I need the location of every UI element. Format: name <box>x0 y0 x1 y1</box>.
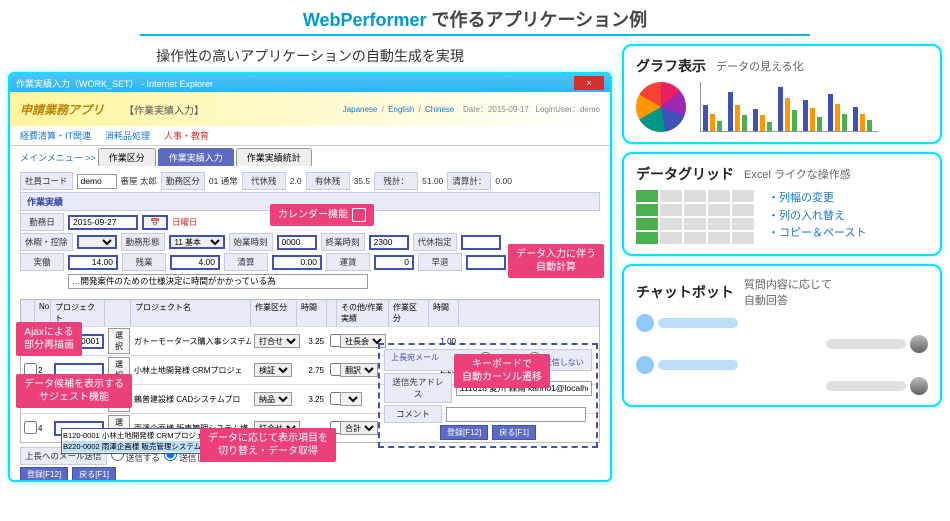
suggest-popup[interactable]: B120-0001 小林土地開発様 CRMプロジェクト B220-0002 雨澤… <box>61 428 220 454</box>
title-rule <box>140 34 810 36</box>
workdate-input[interactable] <box>68 215 138 230</box>
lang-en[interactable]: English <box>388 105 414 114</box>
bot-avatar-icon <box>910 335 928 353</box>
tab-workinput[interactable]: 作業実績入力 <box>158 148 234 166</box>
window-title: 作業実績入力（WORK_SET） - Internet Explorer <box>16 77 213 90</box>
top-tabs: 経費清算・IT関連 消耗品処理 人事・教育 <box>10 126 610 146</box>
actual-input[interactable] <box>68 255 118 270</box>
tab-workstats[interactable]: 作業実績統計 <box>236 148 312 166</box>
tab-expense[interactable]: 経費清算・IT関連 <box>20 129 91 142</box>
sub-input[interactable] <box>461 235 501 250</box>
window-titlebar: 作業実績入力（WORK_SET） - Internet Explorer × <box>10 74 610 92</box>
calendar-button[interactable]: 📅 <box>142 215 168 230</box>
close-icon[interactable]: × <box>574 76 604 90</box>
lang-cn[interactable]: Chinese <box>425 105 454 114</box>
breadcrumb[interactable]: メインメニュー >> <box>20 151 96 164</box>
chat-preview <box>636 314 928 395</box>
bar-chart-icon <box>700 82 878 132</box>
fare-input[interactable] <box>374 255 414 270</box>
screen-name: 【作業実績入力】 <box>124 102 204 117</box>
page-title: WebPerformer で作るアプリケーション例 <box>0 0 950 34</box>
card-chatbot: チャットボット 質問内容に応じて 自動回答 <box>622 264 942 407</box>
emp-input[interactable] <box>77 174 117 189</box>
tab-supplies[interactable]: 消耗品処理 <box>105 129 150 142</box>
back-button[interactable]: 戻る[F1] <box>72 467 116 482</box>
leave-select[interactable] <box>77 235 117 249</box>
bot-avatar-icon <box>910 377 928 395</box>
calendar-icon <box>352 208 366 222</box>
pie-chart-icon <box>636 82 686 132</box>
shift-select[interactable]: 11 基本 <box>169 235 225 249</box>
weekday: 日曜日 <box>172 216 198 228</box>
back2-button[interactable]: 戻る[F1] <box>492 425 536 440</box>
user-avatar-icon <box>636 356 654 374</box>
end-input[interactable] <box>369 235 409 250</box>
register-button[interactable]: 登録[F12] <box>20 467 68 482</box>
callout-cursor: キーボードで 自動カーソル遷移 <box>454 354 550 388</box>
ot-input[interactable] <box>170 255 220 270</box>
card-chart: グラフ表示 データの見える化 <box>622 44 942 144</box>
early-input[interactable] <box>466 255 506 270</box>
callout-calendar: カレンダー機能 <box>270 204 374 226</box>
grid-icon <box>636 190 754 244</box>
callout-autocalc: データ入力に伴う 自動計算 <box>508 244 604 278</box>
mailcmt-input[interactable] <box>446 407 586 422</box>
subtitle: 操作性の高いアプリケーションの自動生成を実現 <box>8 46 612 66</box>
card-grid: データグリッド Excel ライクな操作感 ・列幅の変更 ・列の入れ替え ・コピ… <box>622 152 942 256</box>
emp-label: 社員コード <box>20 172 73 190</box>
app-window: 作業実績入力（WORK_SET） - Internet Explorer × 申… <box>8 72 612 482</box>
callout-switch: データに応じて表示項目を 切り替え・データ取得 <box>200 428 336 462</box>
tab-workclass[interactable]: 作業区分 <box>98 148 156 166</box>
sub-tabs: メインメニュー >> 作業区分 作業実績入力 作業実績統計 <box>10 146 610 166</box>
app-banner: 申請業務アプリ 【作業実績入力】 Japanese / English / Ch… <box>10 92 610 126</box>
register2-button[interactable]: 登録[F12] <box>440 425 488 440</box>
callout-ajax: Ajaxによる 部分再描画 <box>16 322 82 356</box>
start-input[interactable] <box>277 235 317 250</box>
callout-suggest: データ候補を表示する サジェスト機能 <box>16 374 132 408</box>
app-name: 申請業務アプリ <box>20 101 104 118</box>
lang-jp[interactable]: Japanese <box>343 105 378 114</box>
comment-input[interactable] <box>68 274 368 289</box>
grid-features: ・列幅の変更 ・列の入れ替え ・コピー＆ペースト <box>768 190 866 244</box>
tab-hr[interactable]: 人事・教育 <box>164 129 209 142</box>
adj-input[interactable] <box>272 255 322 270</box>
user-avatar-icon <box>636 314 654 332</box>
